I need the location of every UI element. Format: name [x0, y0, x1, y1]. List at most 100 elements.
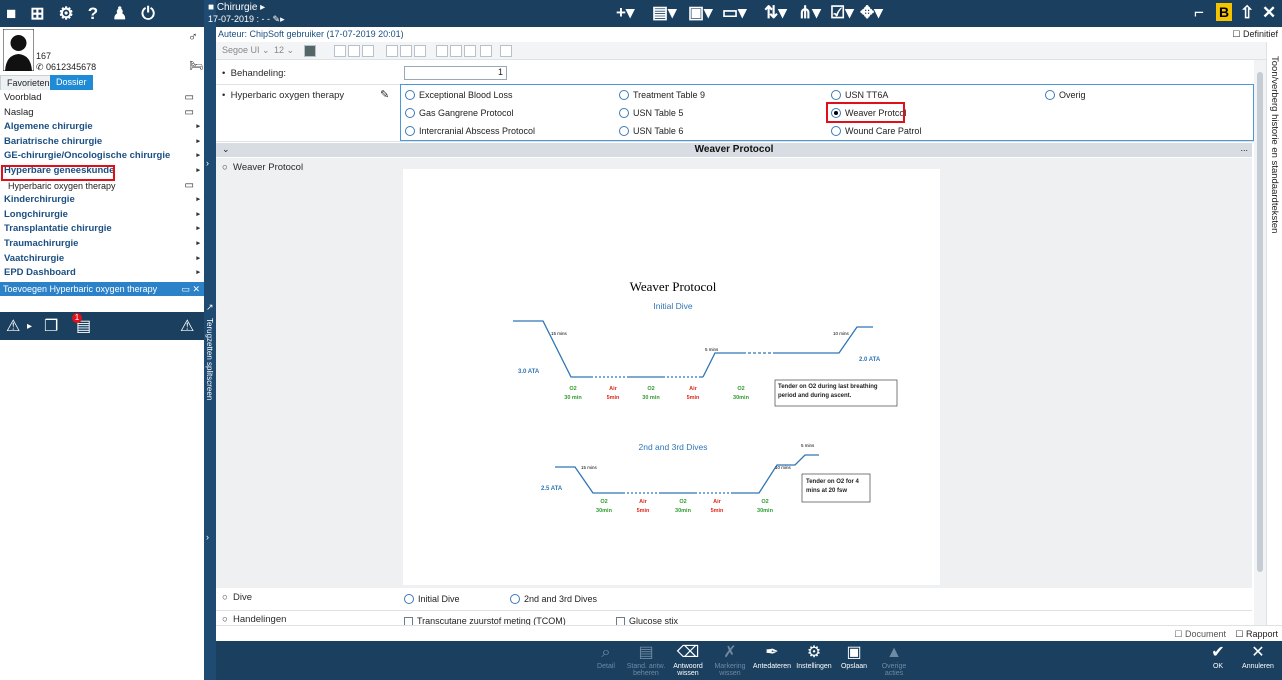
sidebar-item[interactable]: Vaatchirurgie ▸	[0, 252, 204, 267]
arrows-icon[interactable]: ✥▾	[860, 3, 883, 23]
opslaan-button[interactable]: ▣ Opslaan	[832, 643, 876, 670]
overige-acties-button[interactable]: ▲ Overige acties	[872, 643, 916, 677]
radio-option[interactable]: Wound Care Patrol	[831, 126, 921, 136]
radio-option[interactable]: Intercranial Abscess Protocol	[405, 126, 535, 136]
ok-button[interactable]: ✔ OK	[1196, 643, 1240, 670]
font-select[interactable]: Segoe UI ⌄	[222, 45, 270, 56]
chevron-right-icon[interactable]: ▸	[27, 321, 32, 332]
user-icon[interactable]: ♟	[112, 5, 127, 22]
format-btn-icon[interactable]	[348, 45, 360, 57]
more-button[interactable]: ...	[1240, 143, 1248, 153]
sort-icon[interactable]: ⇅▾	[764, 3, 787, 23]
format-btn-icon[interactable]	[480, 45, 492, 57]
antedateren-button[interactable]: ✒ Antedateren	[750, 643, 794, 670]
windows-icon[interactable]: ❐	[44, 316, 58, 336]
format-btn-icon[interactable]	[400, 45, 412, 57]
expand-arrow-icon[interactable]: ›	[206, 532, 209, 542]
align-center-icon[interactable]	[450, 45, 462, 57]
radio-option[interactable]: Exceptional Blood Loss	[405, 90, 513, 100]
upload-icon[interactable]: ⇧	[1240, 3, 1254, 23]
monitor-icon[interactable]: ▭	[185, 91, 194, 106]
camera-icon[interactable]: ▣▾	[688, 3, 713, 23]
radio-2nd-3rd-dives[interactable]: 2nd and 3rd Dives	[510, 594, 597, 604]
settings-icon[interactable]: ⚙	[59, 5, 74, 22]
close-icon[interactable]: ✕	[1262, 3, 1276, 23]
sidebar-item[interactable]: Longchirurgie ▸	[0, 208, 204, 223]
history-panel-toggle[interactable]: Toon/verberg historie en standaardtekste…	[1266, 42, 1282, 625]
document-icon[interactable]: ▤▾	[652, 3, 677, 23]
sidebar-item[interactable]: Hyperbaric oxygen therapy ▭	[0, 179, 204, 194]
format-btn-icon[interactable]	[386, 45, 398, 57]
chevron-right-icon: ▸	[196, 269, 200, 277]
b-badge-icon[interactable]: B	[1216, 3, 1232, 21]
align-right-icon[interactable]	[464, 45, 476, 57]
monitor-icon[interactable]: ▭	[185, 106, 194, 121]
align-left-icon[interactable]	[436, 45, 448, 57]
power-icon[interactable]: ⏻	[141, 5, 154, 22]
scrollbar-thumb[interactable]	[1257, 72, 1263, 572]
add-icon[interactable]: +▾	[616, 3, 634, 23]
font-size-select[interactable]: 12 ⌄	[274, 45, 294, 56]
sidebar-item[interactable]: Hyperbare geneeskunde ▸	[0, 164, 204, 179]
markering-wissen-button[interactable]: ✗ Markering wissen	[708, 643, 752, 677]
binoculars-icon[interactable]: ⊞	[30, 5, 44, 22]
radio-initial-dive[interactable]: Initial Dive	[404, 594, 460, 604]
print-icon[interactable]: ▭▾	[722, 3, 747, 23]
radio-option[interactable]: USN TT6A	[831, 90, 888, 100]
section-title: Weaver Protocol	[694, 144, 774, 155]
document-checkbox[interactable]: ☐ Document	[1174, 629, 1226, 640]
annuleren-button[interactable]: ✕ Annuleren	[1236, 643, 1280, 670]
sidebar-add-item[interactable]: Toevoegen Hyperbaric oxygen therapy ▭ ✕	[0, 282, 204, 296]
sidebar-item[interactable]: Traumachirurgie ▸	[0, 237, 204, 252]
tab-favorites[interactable]: Favorieten	[0, 75, 57, 90]
sidebar-item[interactable]: Algemene chirurgie ▸	[0, 120, 204, 135]
sidebar-item[interactable]: EPD Dashboard ▸	[0, 266, 204, 281]
format-btn-icon[interactable]	[334, 45, 346, 57]
radio-option[interactable]: Gas Gangrene Protocol	[405, 108, 514, 118]
radio-option[interactable]: Overig	[1045, 90, 1086, 100]
alert-icon[interactable]: ⚠	[6, 316, 20, 336]
bed-toolbar-icon[interactable]: ⌐	[1194, 3, 1204, 23]
detail-button[interactable]: ⌕ Detail	[584, 643, 628, 670]
instellingen-button[interactable]: ⚙ Instellingen	[792, 643, 836, 670]
monitor-close-icon[interactable]: ▭ ✕	[181, 282, 200, 296]
splitter[interactable]: › ↗ Terugzetten splitscreen ›	[204, 0, 216, 680]
sidebar-item[interactable]: Naslag ▭	[0, 106, 204, 121]
sidebar-item[interactable]: Transplantatie chirurgie ▸	[0, 222, 204, 237]
history-panel-label[interactable]: Toon/verberg historie en standaardtekste…	[1269, 56, 1280, 233]
radio-option[interactable]: USN Table 5	[619, 108, 683, 118]
ok-check-icon[interactable]: ☑▾	[830, 3, 854, 23]
format-btn-icon[interactable]	[500, 45, 512, 57]
d2-15-label: 15 mins	[581, 465, 598, 470]
tab-dossier[interactable]: Dossier	[50, 75, 93, 90]
splitter-label[interactable]: Terugzetten splitscreen	[205, 318, 214, 400]
menu-icon[interactable]: ■	[6, 5, 16, 22]
edit-icon[interactable]: ✎	[380, 88, 389, 101]
sidebar-item[interactable]: Voorblad ▭	[0, 91, 204, 106]
antwoord-wissen-button[interactable]: ⌫ Antwoord wissen	[666, 643, 710, 677]
alert-add-icon[interactable]: ⚠	[180, 316, 194, 336]
radio-option[interactable]: USN Table 6	[619, 126, 683, 136]
sidebar-item[interactable]: Kinderchirurgie ▸	[0, 193, 204, 208]
radio-option[interactable]: Treatment Table 9	[619, 90, 705, 100]
sidebar-item[interactable]: Bariatrische chirurgie ▸	[0, 135, 204, 150]
rapport-checkbox[interactable]: ☐ Rapport	[1235, 629, 1278, 640]
chevron-right-icon: ▸	[196, 210, 200, 218]
color-icon[interactable]	[304, 45, 316, 57]
hierarchy-icon[interactable]: ⋔▾	[798, 3, 821, 23]
behandeling-field[interactable]: 1	[404, 66, 507, 80]
expand-arrow-icon[interactable]: ›	[206, 158, 209, 168]
format-btn-icon[interactable]	[362, 45, 374, 57]
breadcrumb-title[interactable]: ■ Chirurgie ▸	[208, 2, 265, 13]
d1-15-label: 15 mins	[551, 331, 568, 336]
restore-split-icon[interactable]: ↗	[206, 302, 214, 313]
sidebar-item[interactable]: GE-chirurgie/Oncologische chirurgie ▸	[0, 149, 204, 164]
format-btn-icon[interactable]	[414, 45, 426, 57]
breadcrumb-date[interactable]: 17-07-2019 : - - ✎▸	[208, 14, 285, 25]
definitief-checkbox[interactable]: ☐ Definitief	[1232, 29, 1278, 40]
section-header[interactable]: ⌄ Weaver Protocol ...	[216, 143, 1252, 157]
avatar[interactable]	[3, 29, 34, 71]
help-icon[interactable]: ?	[88, 5, 98, 22]
monitor-icon[interactable]: ▭	[185, 179, 194, 194]
stand-antw-button[interactable]: ▤ Stand. antw. beheren	[624, 643, 668, 677]
